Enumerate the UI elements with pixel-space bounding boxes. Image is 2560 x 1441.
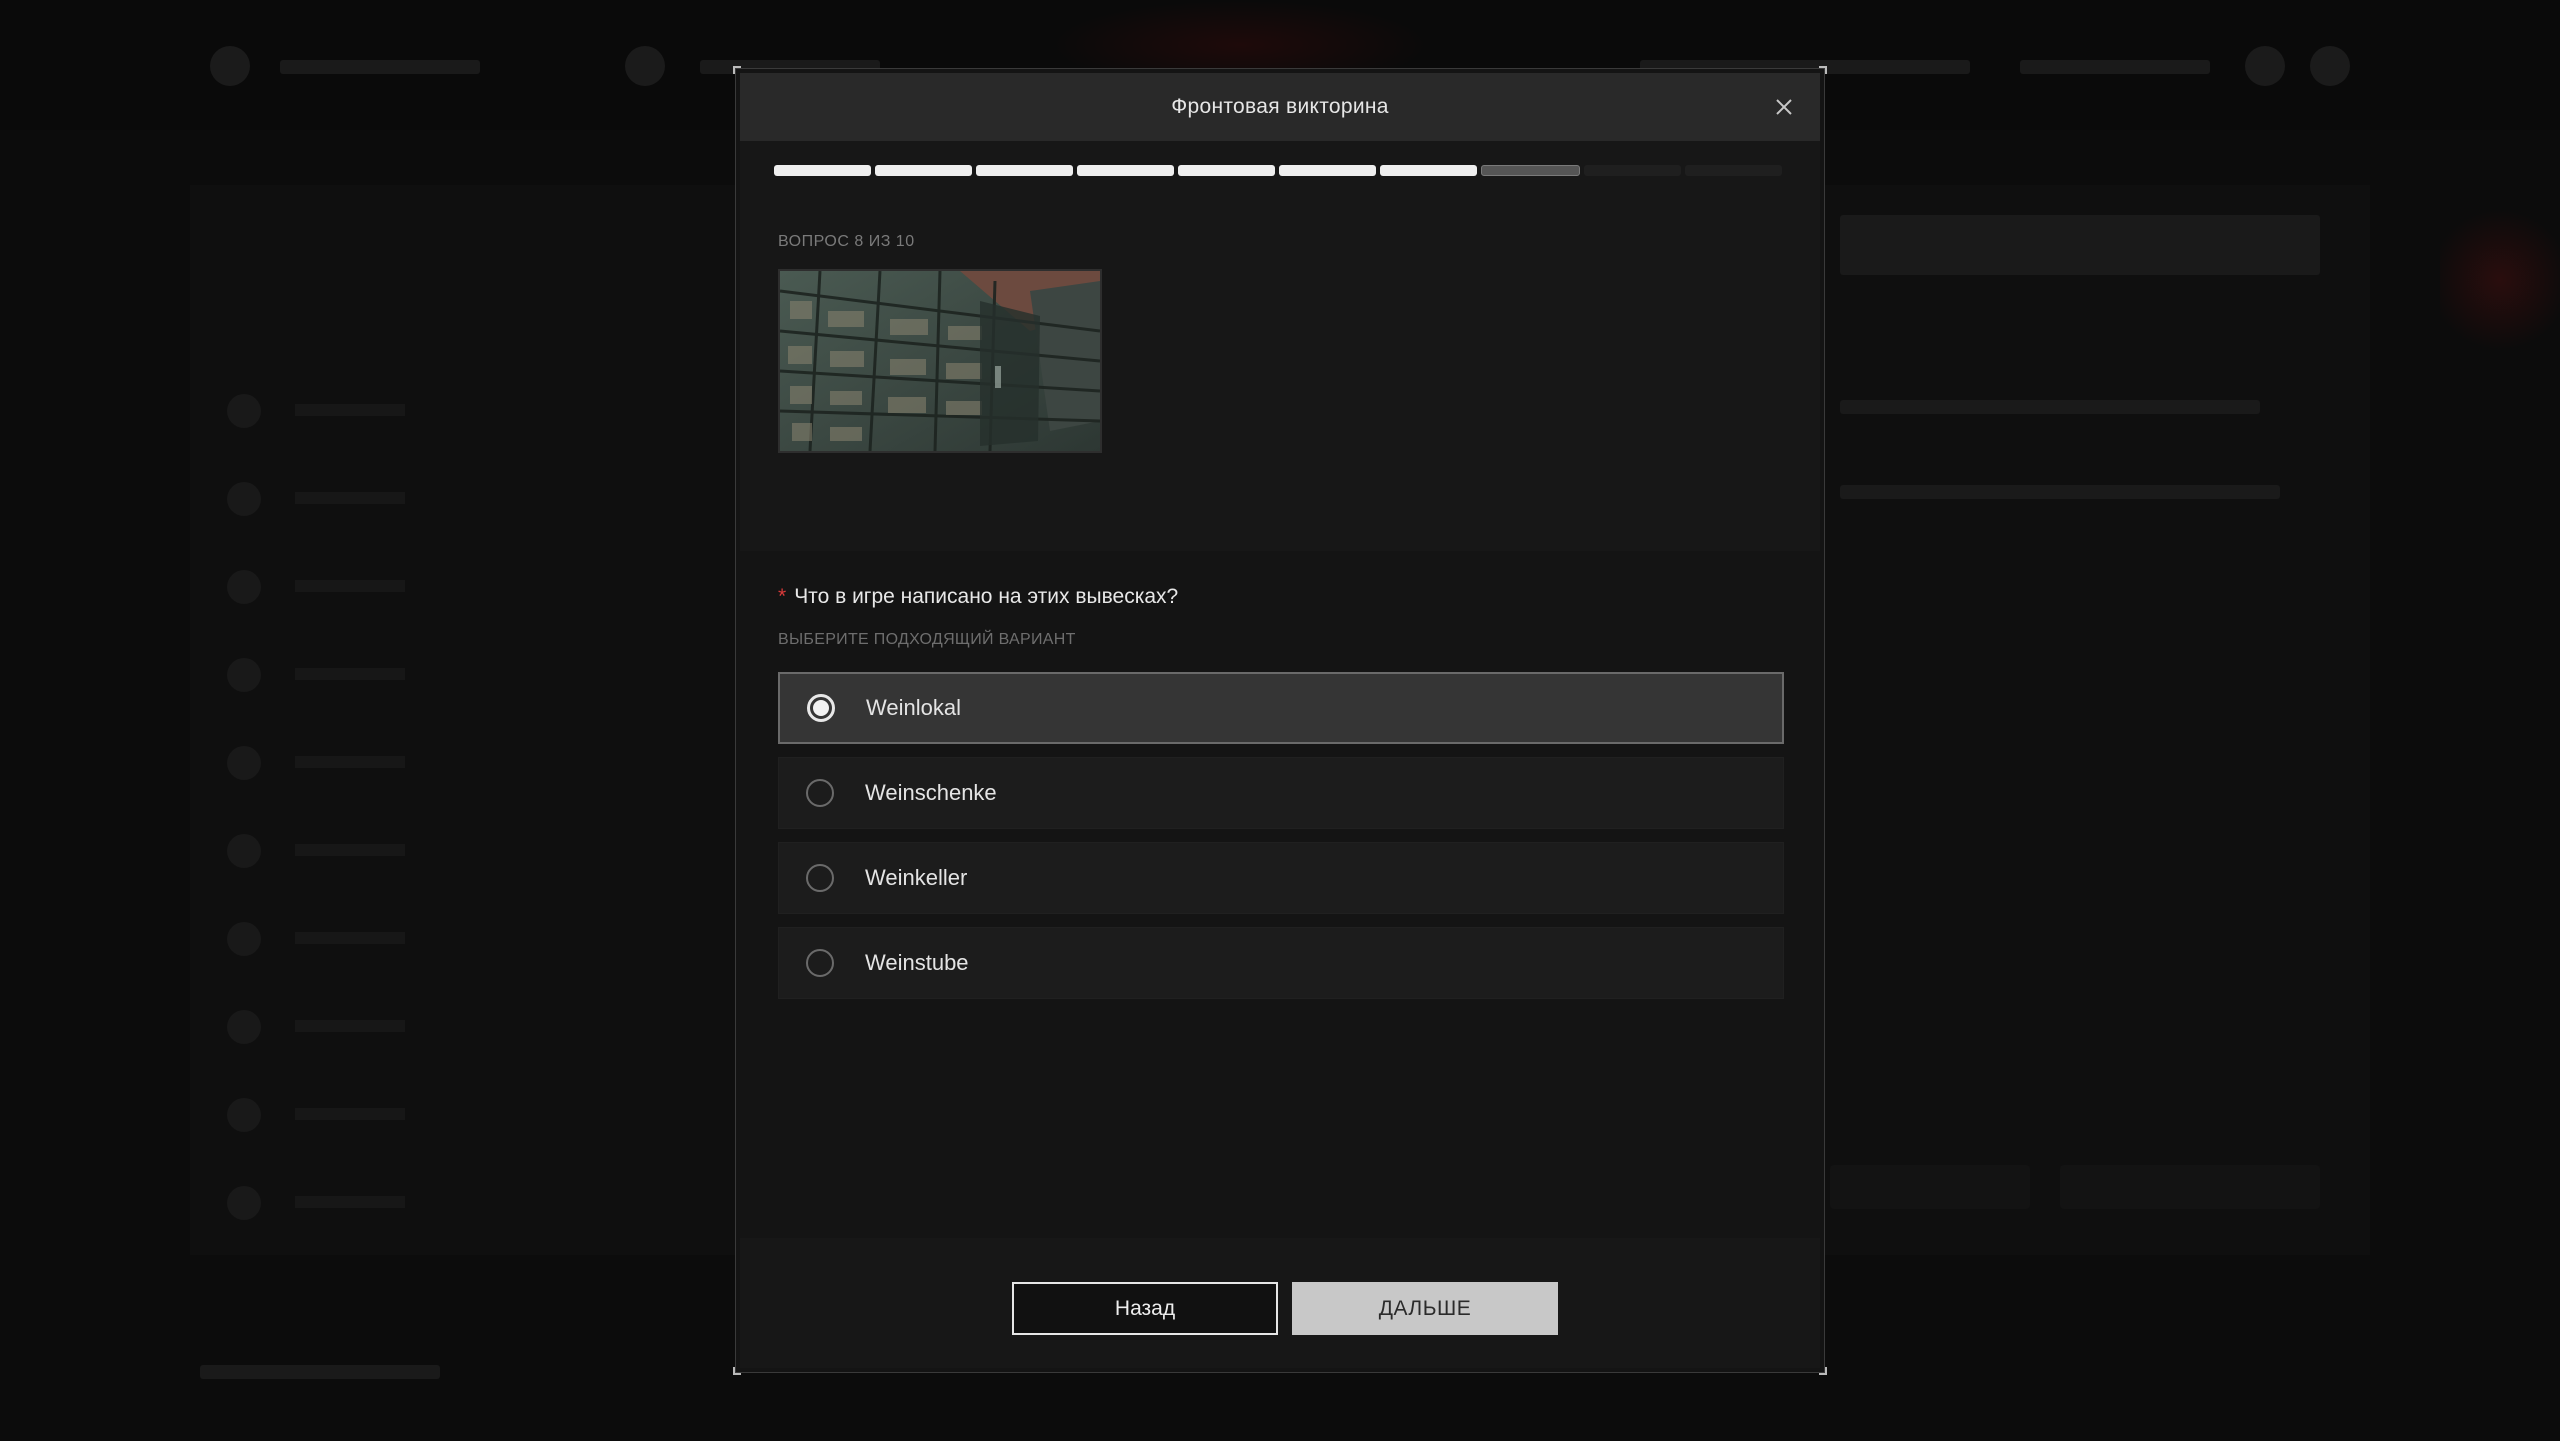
close-icon [1776,99,1792,115]
background-bell-icon [2245,46,2285,86]
background-row [215,1084,735,1144]
progress-segment [774,165,871,176]
answer-options: Weinlokal Weinschenke Weinkeller Weinstu… [778,672,1784,1012]
progress-segment [976,165,1073,176]
answer-option-label: Weinschenke [865,780,997,805]
background-menu-icon [2310,46,2350,86]
background-line [1840,400,2260,414]
background-row [215,996,735,1056]
corner-decoration [1819,1367,1827,1375]
background-row [215,820,735,880]
background-logo-icon [210,46,250,86]
close-button[interactable] [1772,95,1796,119]
radio-icon [806,779,834,807]
background-detail-panel [1810,185,2370,1255]
question-counter: ВОПРОС 8 ИЗ 10 [778,233,915,250]
question-text: Что в игре написано на этих вывесках? [794,585,1179,608]
answer-option-label: Weinkeller [865,865,968,890]
background-button [2060,1165,2320,1209]
background-glow [2440,200,2560,360]
progress-segment [1178,165,1275,176]
next-button[interactable]: ДАЛЬШЕ [1292,1282,1558,1335]
answer-option[interactable]: Weinkeller [778,842,1784,914]
answer-option-label: Weinstube [865,950,969,975]
radio-icon [806,949,834,977]
radio-icon [806,864,834,892]
background-footer-text [200,1365,440,1379]
answer-option[interactable]: Weinschenke [778,757,1784,829]
background-row [215,908,735,968]
question-image [778,269,1102,453]
progress-segment [1380,165,1477,176]
background-nav-item [2020,60,2210,74]
progress-segment [1481,165,1580,176]
progress-segment [875,165,972,176]
quiz-modal: Фронтовая викторина ВОПРОС 8 ИЗ 10 * Что… [733,66,1827,1375]
background-row [215,1172,735,1232]
answer-option-label: Weinlokal [866,695,961,720]
background-button [1830,1165,2030,1209]
back-button[interactable]: Назад [1012,1282,1278,1335]
progress-segment [1279,165,1376,176]
background-row [215,732,735,792]
background-avatar-icon [625,46,665,86]
background-row [215,556,735,616]
question-image-graphic [780,271,1100,451]
background-line [1840,485,2280,499]
progress-segment [1584,165,1681,176]
quiz-progress-bar [774,165,1782,177]
required-marker: * [778,585,787,608]
progress-segment [1685,165,1782,176]
question-text-row: * Что в игре написано на этих вывесках? [778,585,1178,609]
radio-icon [807,694,835,722]
background-row [215,468,735,528]
modal-title: Фронтовая викторина [1171,95,1389,118]
corner-decoration [733,1367,741,1375]
corner-decoration [1819,66,1827,74]
modal-header: Фронтовая викторина [740,73,1820,141]
background-row [215,380,735,440]
progress-segment [1077,165,1174,176]
modal-footer: Назад ДАЛЬШЕ [740,1238,1820,1368]
background-row [215,644,735,704]
background-nav-item [280,60,480,74]
answer-option[interactable]: Weinlokal [778,672,1784,744]
question-hint: ВЫБЕРИТЕ ПОДХОДЯЩИЙ ВАРИАНТ [778,631,1076,648]
answer-option[interactable]: Weinstube [778,927,1784,999]
background-block [1840,215,2320,275]
